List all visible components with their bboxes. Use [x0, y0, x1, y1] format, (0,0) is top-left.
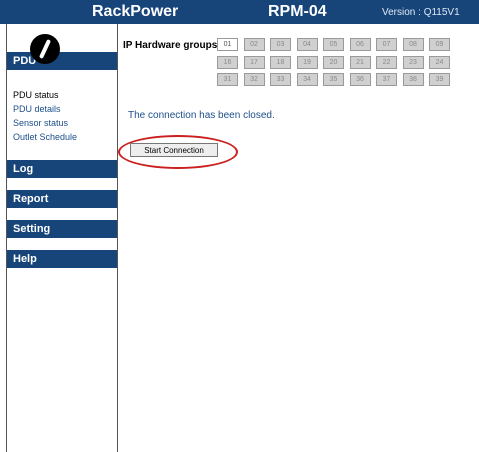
sidebar-section-report[interactable]: Report [7, 190, 117, 208]
ip-group-cell[interactable]: 32 [243, 73, 265, 86]
ip-group-cell[interactable]: 20 [323, 56, 344, 69]
sidebar-section-setting[interactable]: Setting [7, 220, 117, 238]
sidebar: PDU PDU status PDU details Sensor status… [6, 24, 118, 452]
ip-group-cell[interactable]: 31 [217, 73, 238, 86]
ip-group-cell[interactable]: 21 [349, 56, 371, 69]
brand-title: RackPower [92, 3, 179, 20]
ip-group-cell[interactable]: 16 [217, 56, 238, 69]
ip-group-cell[interactable]: 17 [243, 56, 265, 69]
ip-group-cell[interactable]: 01 [217, 38, 238, 51]
sidebar-item-outlet-schedule[interactable]: Outlet Schedule [13, 131, 77, 143]
top-header: RackPower RPM-04 Version : Q115V1 [0, 0, 479, 24]
ip-groups-label: IP Hardware groups [123, 40, 218, 51]
sidebar-item-sensor-status[interactable]: Sensor status [13, 117, 68, 129]
sidebar-item-pdu-status[interactable]: PDU status [13, 89, 59, 101]
ip-group-cell[interactable]: 06 [349, 38, 371, 51]
step-marker-icon [30, 34, 60, 64]
version-label: Version : Q115V1 [382, 7, 460, 18]
ip-group-cell[interactable]: 18 [270, 56, 291, 69]
ip-group-cell[interactable]: 09 [429, 38, 450, 51]
ip-group-cell[interactable]: 23 [402, 56, 424, 69]
sidebar-section-help[interactable]: Help [7, 250, 117, 268]
ip-group-cell[interactable]: 24 [429, 56, 450, 69]
sidebar-section-pdu[interactable]: PDU [7, 52, 117, 70]
ip-group-cell[interactable]: 03 [270, 38, 291, 51]
sidebar-section-log[interactable]: Log [7, 160, 117, 178]
ip-group-cell[interactable]: 37 [376, 73, 397, 86]
start-connection-button[interactable]: Start Connection [130, 143, 218, 157]
connection-status-message: The connection has been closed. [128, 110, 275, 121]
ip-group-cell[interactable]: 36 [349, 73, 371, 86]
ip-group-cell[interactable]: 02 [243, 38, 265, 51]
ip-group-cell[interactable]: 08 [402, 38, 424, 51]
ip-group-cell[interactable]: 19 [296, 56, 318, 69]
ip-group-cell[interactable]: 33 [270, 73, 291, 86]
sidebar-item-pdu-details[interactable]: PDU details [13, 103, 61, 115]
ip-group-cell[interactable]: 34 [296, 73, 318, 86]
model-title: RPM-04 [268, 3, 327, 20]
ip-group-cell[interactable]: 39 [429, 73, 450, 86]
ip-group-cell[interactable]: 07 [376, 38, 397, 51]
ip-group-cell[interactable]: 22 [376, 56, 397, 69]
ip-group-cell[interactable]: 35 [323, 73, 344, 86]
ip-group-cell[interactable]: 38 [402, 73, 424, 86]
ip-group-cell[interactable]: 04 [296, 38, 318, 51]
ip-group-cell[interactable]: 05 [323, 38, 344, 51]
